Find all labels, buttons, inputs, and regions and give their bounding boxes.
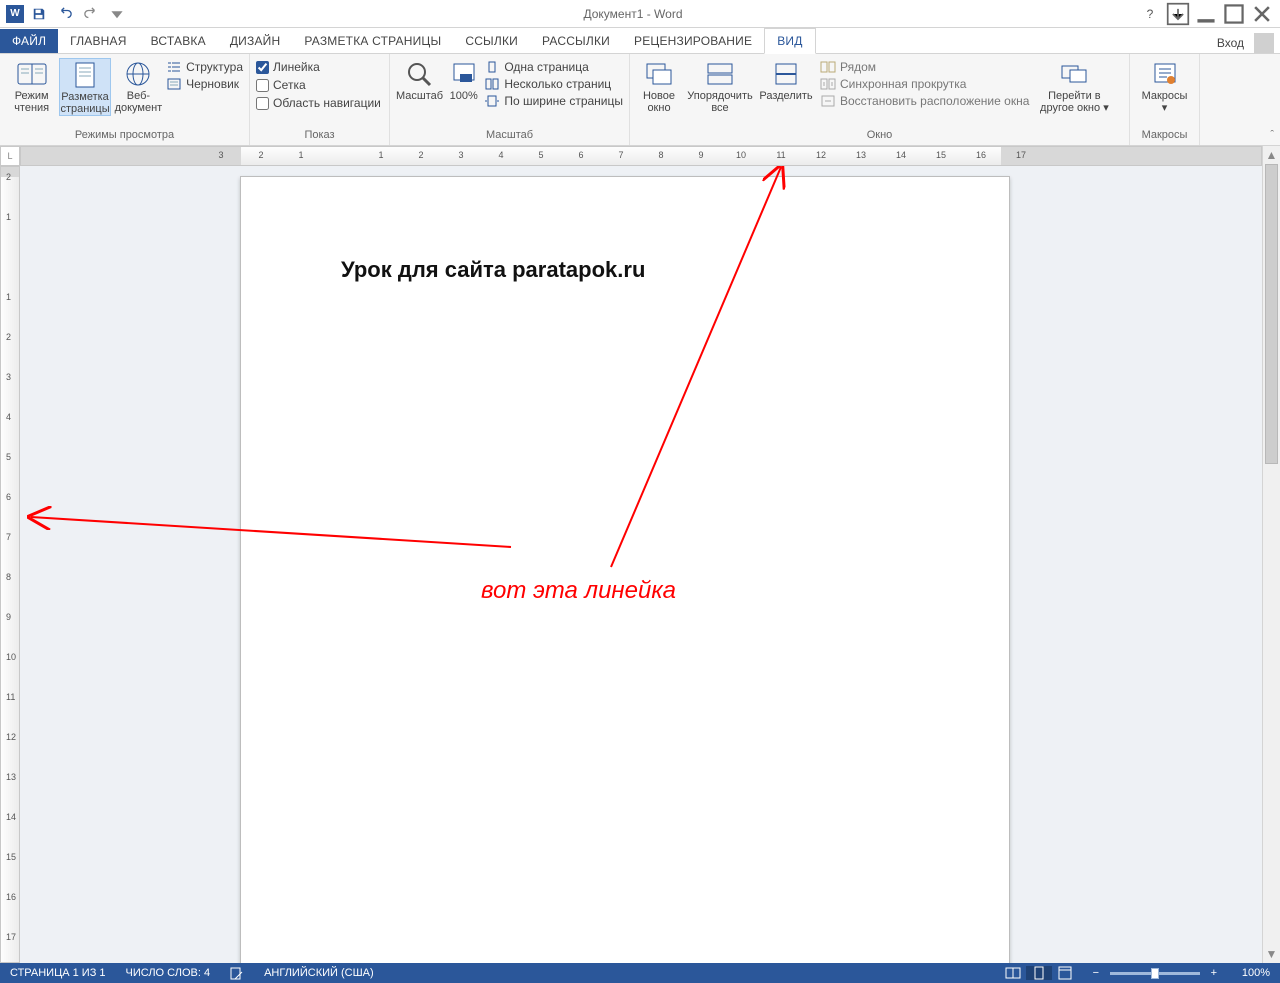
ribbon: Режим чтения Разметка страницы Веб- доку… bbox=[0, 54, 1280, 146]
close-button[interactable] bbox=[1250, 3, 1274, 25]
minimize-button[interactable] bbox=[1194, 3, 1218, 25]
view-weblayout-button[interactable] bbox=[1052, 966, 1078, 980]
print-layout-button[interactable]: Разметка страницы bbox=[59, 58, 110, 116]
group-show: Линейка Сетка Область навигации Показ bbox=[250, 54, 390, 145]
status-bar: СТРАНИЦА 1 ИЗ 1 ЧИСЛО СЛОВ: 4 АНГЛИЙСКИЙ… bbox=[0, 963, 1280, 983]
titlebar: W Документ1 - Word ? bbox=[0, 0, 1280, 28]
vertical-scrollbar[interactable]: ▲ ▼ bbox=[1262, 146, 1280, 963]
tab-design[interactable]: ДИЗАЙН bbox=[218, 29, 293, 53]
switch-windows-button[interactable]: Перейти в другое окно ▾ bbox=[1035, 58, 1113, 114]
ribbon-display-options-button[interactable] bbox=[1166, 3, 1190, 25]
print-layout-label: Разметка страницы bbox=[60, 91, 109, 115]
word-app-icon[interactable]: W bbox=[6, 5, 24, 23]
annotation-arrows bbox=[241, 177, 1009, 963]
scroll-up-button[interactable]: ▲ bbox=[1263, 146, 1280, 164]
group-macros-label: Макросы bbox=[1130, 129, 1199, 145]
read-mode-label: Режим чтения bbox=[14, 90, 49, 114]
web-layout-label: Веб- документ bbox=[115, 90, 163, 114]
zoom-slider[interactable] bbox=[1110, 972, 1200, 975]
web-layout-button[interactable]: Веб- документ bbox=[113, 58, 164, 114]
window-buttons: ? bbox=[1138, 3, 1280, 25]
document-title: Документ1 - Word bbox=[128, 7, 1138, 21]
ruler-checkbox[interactable]: Линейка bbox=[256, 60, 381, 74]
view-side-by-side-button[interactable]: Рядом bbox=[820, 60, 1029, 74]
group-show-label: Показ bbox=[250, 129, 389, 145]
collapse-ribbon-button[interactable]: ˆ bbox=[1270, 129, 1274, 141]
multi-page-button[interactable]: Несколько страниц bbox=[484, 77, 623, 91]
horizontal-ruler[interactable]: 3211234567891011121314151617 bbox=[20, 146, 1262, 166]
tab-mailings[interactable]: РАССЫЛКИ bbox=[530, 29, 622, 53]
zoom-level[interactable]: 100% bbox=[1232, 967, 1280, 979]
group-views-label: Режимы просмотра bbox=[0, 129, 249, 145]
read-mode-button[interactable]: Режим чтения bbox=[6, 58, 57, 114]
view-readmode-button[interactable] bbox=[1000, 967, 1026, 979]
tab-home[interactable]: ГЛАВНАЯ bbox=[58, 29, 138, 53]
maximize-button[interactable] bbox=[1222, 3, 1246, 25]
group-zoom-label: Масштаб bbox=[390, 129, 629, 145]
navpane-checkbox[interactable]: Область навигации bbox=[256, 96, 381, 110]
ruler-corner[interactable]: L bbox=[0, 146, 20, 166]
new-window-button[interactable]: Новое окно bbox=[636, 58, 682, 114]
gridlines-checkbox[interactable]: Сетка bbox=[256, 78, 381, 92]
redo-button[interactable] bbox=[80, 3, 102, 25]
group-window: Новое окно Упорядочить все Разделить Ряд… bbox=[630, 54, 1130, 145]
tab-file[interactable]: ФАЙЛ bbox=[0, 29, 58, 53]
ribbon-tabs: ФАЙЛ ГЛАВНАЯ ВСТАВКА ДИЗАЙН РАЗМЕТКА СТР… bbox=[0, 28, 1280, 54]
arrange-all-button[interactable]: Упорядочить все bbox=[684, 58, 756, 114]
vertical-ruler[interactable]: 21123456789101112131415161718 bbox=[0, 166, 20, 963]
tab-review[interactable]: РЕЦЕНЗИРОВАНИЕ bbox=[622, 29, 764, 53]
scroll-down-button[interactable]: ▼ bbox=[1263, 945, 1280, 963]
tab-insert[interactable]: ВСТАВКА bbox=[139, 29, 218, 53]
view-printlayout-button[interactable] bbox=[1026, 966, 1052, 980]
zoom-button[interactable]: Масштаб bbox=[396, 58, 443, 102]
annotation-text: вот эта линейка bbox=[481, 577, 676, 605]
document-canvas[interactable]: Урок для сайта paratapok.ru вот эта лине… bbox=[20, 166, 1262, 963]
page[interactable]: Урок для сайта paratapok.ru вот эта лине… bbox=[240, 176, 1010, 963]
tab-view[interactable]: ВИД bbox=[764, 28, 815, 54]
workspace: L 3211234567891011121314151617 211234567… bbox=[0, 146, 1262, 963]
save-button[interactable] bbox=[28, 3, 50, 25]
outline-button[interactable]: Структура bbox=[166, 60, 243, 74]
zoom-100-button[interactable]: 100% bbox=[445, 58, 482, 102]
zoom-out-button[interactable]: − bbox=[1088, 967, 1104, 979]
group-views: Режим чтения Разметка страницы Веб- доку… bbox=[0, 54, 250, 145]
page-width-button[interactable]: По ширине страницы bbox=[484, 94, 623, 108]
status-language[interactable]: АНГЛИЙСКИЙ (США) bbox=[254, 963, 384, 983]
group-macros: Макросы▾ Макросы bbox=[1130, 54, 1200, 145]
quick-access-toolbar: W bbox=[0, 3, 128, 25]
status-page[interactable]: СТРАНИЦА 1 ИЗ 1 bbox=[0, 963, 116, 983]
scroll-thumb[interactable] bbox=[1265, 164, 1278, 464]
document-text-line[interactable]: Урок для сайта paratapok.ru bbox=[341, 257, 645, 283]
split-button[interactable]: Разделить bbox=[758, 58, 814, 102]
group-window-label: Окно bbox=[630, 129, 1129, 145]
user-avatar-icon[interactable] bbox=[1254, 33, 1274, 53]
zoom-in-button[interactable]: + bbox=[1206, 967, 1222, 979]
status-proofing-icon[interactable] bbox=[220, 963, 254, 983]
signin-link[interactable]: Вход bbox=[1217, 36, 1244, 50]
undo-button[interactable] bbox=[54, 3, 76, 25]
tab-pagelayout[interactable]: РАЗМЕТКА СТРАНИЦЫ bbox=[292, 29, 453, 53]
sync-scroll-button[interactable]: Синхронная прокрутка bbox=[820, 77, 1029, 91]
reset-window-pos-button[interactable]: Восстановить расположение окна bbox=[820, 94, 1029, 108]
help-button[interactable]: ? bbox=[1138, 3, 1162, 25]
status-words[interactable]: ЧИСЛО СЛОВ: 4 bbox=[116, 963, 221, 983]
qat-customize-button[interactable] bbox=[106, 3, 128, 25]
macros-button[interactable]: Макросы▾ bbox=[1136, 58, 1193, 114]
draft-button[interactable]: Черновик bbox=[166, 77, 243, 91]
tab-references[interactable]: ССЫЛКИ bbox=[453, 29, 530, 53]
one-page-button[interactable]: Одна страница bbox=[484, 60, 623, 74]
group-zoom: Масштаб 100% Одна страница Несколько стр… bbox=[390, 54, 630, 145]
